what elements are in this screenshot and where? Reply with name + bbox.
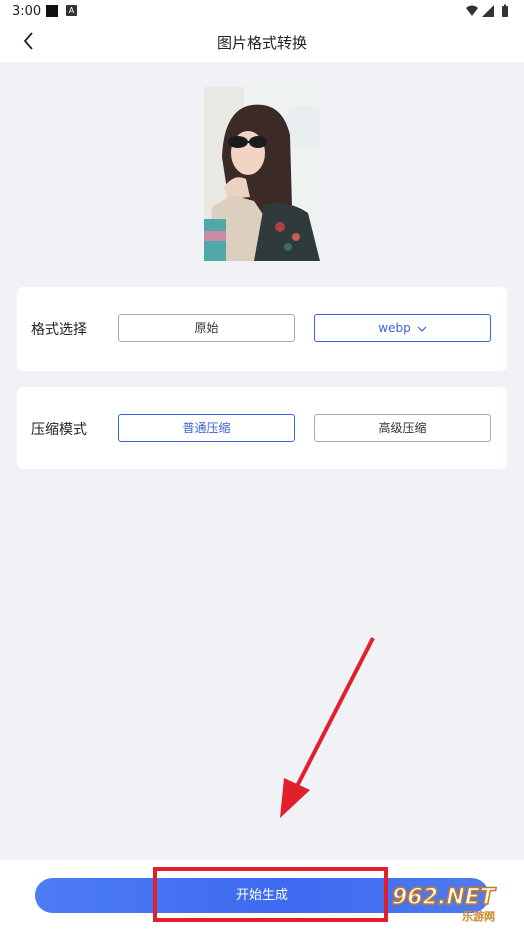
advanced-compression-label: 高级压缩 bbox=[378, 421, 427, 435]
format-original-button[interactable]: 原始 bbox=[118, 314, 295, 342]
watermark-sub: 乐游网 bbox=[462, 910, 495, 923]
watermark-brand: 962.NET bbox=[392, 885, 497, 910]
format-original-label: 原始 bbox=[194, 321, 219, 335]
system-status-icons bbox=[466, 4, 508, 17]
wifi-icon bbox=[466, 5, 478, 16]
status-time: 3:00 bbox=[12, 4, 42, 19]
notification-square-icon bbox=[46, 5, 58, 17]
format-label: 格式选择 bbox=[31, 322, 87, 338]
signal-icon bbox=[482, 5, 494, 17]
normal-compression-button[interactable]: 普通压缩 bbox=[118, 414, 295, 442]
chevron-down-icon bbox=[417, 326, 427, 332]
nav-bar: 图片格式转换 bbox=[0, 22, 524, 62]
main-content: 格式选择 原始 webp 压缩模式 普通压缩 高级压缩 bbox=[0, 62, 524, 860]
watermark-logo: 962.NET 乐游网 bbox=[391, 884, 497, 923]
compression-mode-card: 压缩模式 普通压缩 高级压缩 bbox=[17, 387, 507, 469]
status-bar: 3:00 A bbox=[0, 0, 524, 22]
battery-icon bbox=[502, 6, 508, 17]
normal-compression-label: 普通压缩 bbox=[182, 421, 231, 435]
notification-a-icon: A bbox=[66, 5, 77, 16]
page-title: 图片格式转换 bbox=[216, 34, 307, 52]
preview-image[interactable] bbox=[204, 87, 320, 261]
format-dropdown-value: webp bbox=[378, 321, 411, 335]
annotation-highlight-box bbox=[153, 867, 388, 922]
format-dropdown[interactable]: webp bbox=[314, 314, 491, 342]
compression-label: 压缩模式 bbox=[31, 422, 87, 438]
annotation-arrow bbox=[280, 637, 375, 818]
format-selection-card: 格式选择 原始 webp bbox=[17, 287, 507, 371]
advanced-compression-button[interactable]: 高级压缩 bbox=[314, 414, 491, 442]
